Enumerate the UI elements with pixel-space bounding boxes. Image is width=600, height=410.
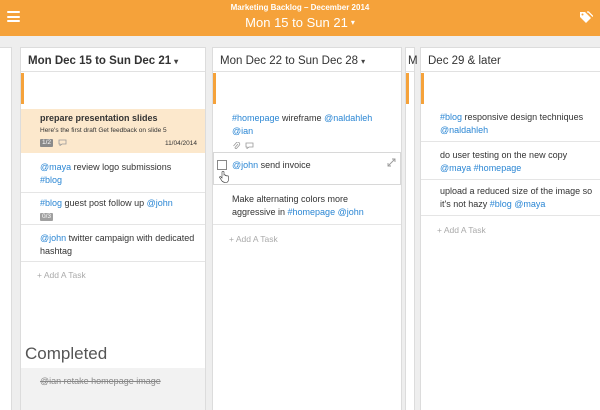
divider xyxy=(421,179,600,180)
column-title: Dec 29 & later xyxy=(428,55,501,67)
task-item[interactable]: #homepage wireframe @naldahleh @ian xyxy=(213,112,401,138)
tags-icon[interactable] xyxy=(579,10,594,24)
divider xyxy=(21,224,205,225)
column-dec-15-21: Mon Dec 15 to Sun Dec 21 ▾ prepare presen… xyxy=(20,47,206,410)
column-header[interactable]: M xyxy=(406,48,418,72)
task-item[interactable]: upload a reduced size of the image so it… xyxy=(421,185,600,211)
task-item[interactable]: do user testing on the new copy @maya #h… xyxy=(421,149,600,175)
task-mention[interactable]: @john xyxy=(147,198,173,208)
task-tag[interactable]: #homepage xyxy=(474,163,522,173)
column-header[interactable]: Mon Dec 15 to Sun Dec 21 ▾ xyxy=(21,48,205,72)
column-title: Mon Dec 15 to Sun Dec 21 xyxy=(28,55,172,67)
chevron-down-icon: ▾ xyxy=(350,18,355,27)
task-text: review logo submissions xyxy=(71,162,172,172)
column-accent-bar xyxy=(421,73,424,104)
column-header[interactable]: Dec 29 & later xyxy=(421,48,600,72)
chevron-down-icon: ▾ xyxy=(174,57,179,66)
divider xyxy=(21,192,205,193)
hand-cursor-icon xyxy=(219,171,229,183)
add-task-button[interactable]: + Add A Task xyxy=(437,225,486,235)
task-item[interactable]: #blog responsive design techniques @nald… xyxy=(421,111,600,137)
task-mention[interactable]: @maya xyxy=(514,199,545,209)
divider xyxy=(21,261,205,262)
task-item[interactable]: Make alternating colors more aggressive … xyxy=(213,193,401,219)
task-text: guest post follow up xyxy=(62,198,147,208)
task-item[interactable]: #blog guest post follow up @john 0/3 xyxy=(21,197,205,223)
chevron-down-icon: M xyxy=(408,55,418,67)
task-subtitle-row: Here's the first draft Get feedback on s… xyxy=(21,127,205,135)
subtask-count-badge: 0/3 xyxy=(40,212,54,221)
narrow-column: M xyxy=(405,47,418,410)
task-mention[interactable]: @naldahleh xyxy=(324,113,372,123)
task-tag[interactable]: #blog xyxy=(40,198,62,208)
task-mention[interactable]: @naldahleh xyxy=(440,125,488,135)
column-accent-bar xyxy=(21,73,24,104)
comment-icon xyxy=(245,142,253,150)
task-meta-row xyxy=(213,139,401,152)
task-item[interactable]: @john twitter campaign with dedicated ha… xyxy=(21,232,205,258)
task-mention[interactable]: @john xyxy=(232,160,258,170)
task-mention[interactable]: @john xyxy=(338,207,364,217)
task-mention-secondary[interactable]: @ian xyxy=(232,126,253,136)
column-dec-29-later: Dec 29 & later #blog responsive design t… xyxy=(420,47,600,410)
task-item: prepare presentation slides xyxy=(21,112,205,125)
task-text: do user testing on the new copy xyxy=(440,150,568,160)
period-selector[interactable]: Mon 15 to Sun 21 ▾ xyxy=(0,15,600,30)
divider xyxy=(213,224,401,225)
task-meta-row: 1/2 11/04/2014 xyxy=(21,136,205,149)
column-accent-bar xyxy=(406,73,409,104)
task-mention[interactable]: @maya xyxy=(440,163,471,173)
task-item[interactable]: @john send invoice xyxy=(213,159,401,172)
completed-task-item[interactable]: @ian retake homepage image xyxy=(21,375,205,388)
task-text: wireframe xyxy=(279,113,325,123)
expand-icon[interactable] xyxy=(387,158,396,167)
divider xyxy=(421,141,600,142)
task-subtitle: Here's the first draft Get feedback on s… xyxy=(40,127,167,134)
task-text: retake homepage image xyxy=(61,376,161,386)
task-text: send invoice xyxy=(258,160,311,170)
comment-icon xyxy=(58,139,66,147)
task-text: responsive design techniques xyxy=(462,112,584,122)
add-task-button[interactable]: + Add A Task xyxy=(229,234,278,244)
period-label: Mon 15 to Sun 21 xyxy=(245,15,348,30)
add-task-button[interactable]: + Add A Task xyxy=(37,270,86,280)
task-mention[interactable]: @maya xyxy=(40,162,71,172)
task-tag[interactable]: #blog xyxy=(490,199,512,209)
task-mention[interactable]: @john xyxy=(40,233,66,243)
app-title: Marketing Backlog – December 2014 xyxy=(230,3,370,12)
completed-section-title: Completed xyxy=(25,344,108,363)
subtask-count-badge: 1/2 xyxy=(40,138,54,147)
previous-column-edge[interactable] xyxy=(0,47,12,410)
task-tag[interactable]: #homepage xyxy=(288,207,336,217)
task-mention[interactable]: @ian xyxy=(40,376,61,386)
task-tag[interactable]: #blog xyxy=(440,112,462,122)
divider xyxy=(421,215,600,216)
column-dec-22-28: Mon Dec 22 to Sun Dec 28 ▾ #homepage wire… xyxy=(212,47,402,410)
task-tag[interactable]: #homepage xyxy=(232,113,280,123)
top-bar: Marketing Backlog – December 2014 Mon 15… xyxy=(0,0,600,36)
chevron-down-icon: ▾ xyxy=(361,57,366,66)
task-title: prepare presentation slides xyxy=(40,113,158,123)
task-due-date: 11/04/2014 xyxy=(164,140,197,147)
attachment-icon xyxy=(233,141,241,149)
task-tag[interactable]: #blog xyxy=(40,175,62,185)
column-accent-bar xyxy=(213,73,216,104)
task-item[interactable]: @maya review logo submissions #blog xyxy=(21,161,205,187)
column-title: Mon Dec 22 to Sun Dec 28 xyxy=(220,55,359,67)
column-header[interactable]: Mon Dec 22 to Sun Dec 28 ▾ xyxy=(213,48,401,72)
